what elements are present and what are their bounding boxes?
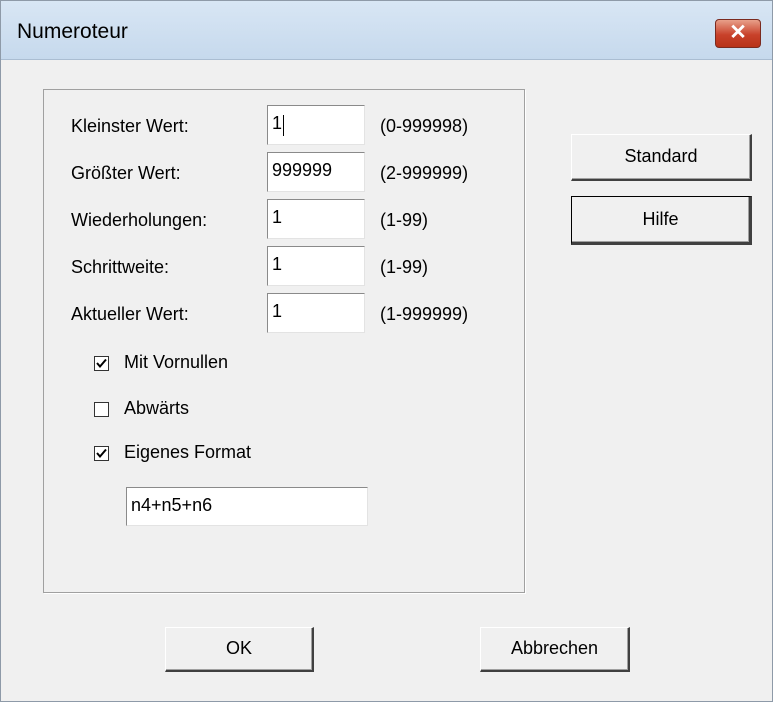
close-button[interactable]: ✕ <box>715 19 761 48</box>
max-value-range: (2-999999) <box>380 163 469 183</box>
leading-zeros-label[interactable]: Mit Vornullen <box>124 352 228 373</box>
checkmark-icon <box>96 358 107 369</box>
ok-button[interactable]: OK <box>165 627 314 672</box>
current-value-range: (1-999999) <box>380 304 469 324</box>
step-range: (1-99) <box>380 257 429 277</box>
leading-zeros-checkbox[interactable] <box>94 356 109 371</box>
repeat-label: Wiederholungen: <box>71 210 208 230</box>
current-value-input[interactable]: 1 <box>267 293 365 333</box>
descending-checkbox[interactable] <box>94 402 109 417</box>
checkmark-icon <box>96 448 107 459</box>
cancel-button[interactable]: Abbrechen <box>480 627 630 672</box>
custom-format-checkbox[interactable] <box>94 446 109 461</box>
min-value-range: (0-999998) <box>380 116 469 136</box>
standard-button[interactable]: Standard <box>571 134 752 181</box>
custom-format-label[interactable]: Eigenes Format <box>124 442 251 463</box>
repeat-range: (1-99) <box>380 210 429 230</box>
max-value-label: Größter Wert: <box>71 163 181 183</box>
min-value-label: Kleinster Wert: <box>71 116 189 136</box>
window-title: Numeroteur <box>17 20 128 43</box>
current-value-label: Aktueller Wert: <box>71 304 189 324</box>
repeat-input[interactable]: 1 <box>267 199 365 239</box>
step-input[interactable]: 1 <box>267 246 365 286</box>
text-cursor <box>283 115 284 136</box>
title-bar[interactable]: Numeroteur ✕ <box>1 1 772 60</box>
close-icon: ✕ <box>729 21 747 44</box>
dialog-window: Numeroteur ✕ Kleinster Wert: 1 (0-999998… <box>0 0 773 702</box>
help-button[interactable]: Hilfe <box>571 196 752 245</box>
max-value-input[interactable]: 999999 <box>267 152 365 192</box>
descending-label[interactable]: Abwärts <box>124 398 189 419</box>
min-value-input[interactable]: 1 <box>267 105 365 145</box>
format-input[interactable]: n4+n5+n6 <box>126 487 368 526</box>
step-label: Schrittweite: <box>71 257 170 277</box>
